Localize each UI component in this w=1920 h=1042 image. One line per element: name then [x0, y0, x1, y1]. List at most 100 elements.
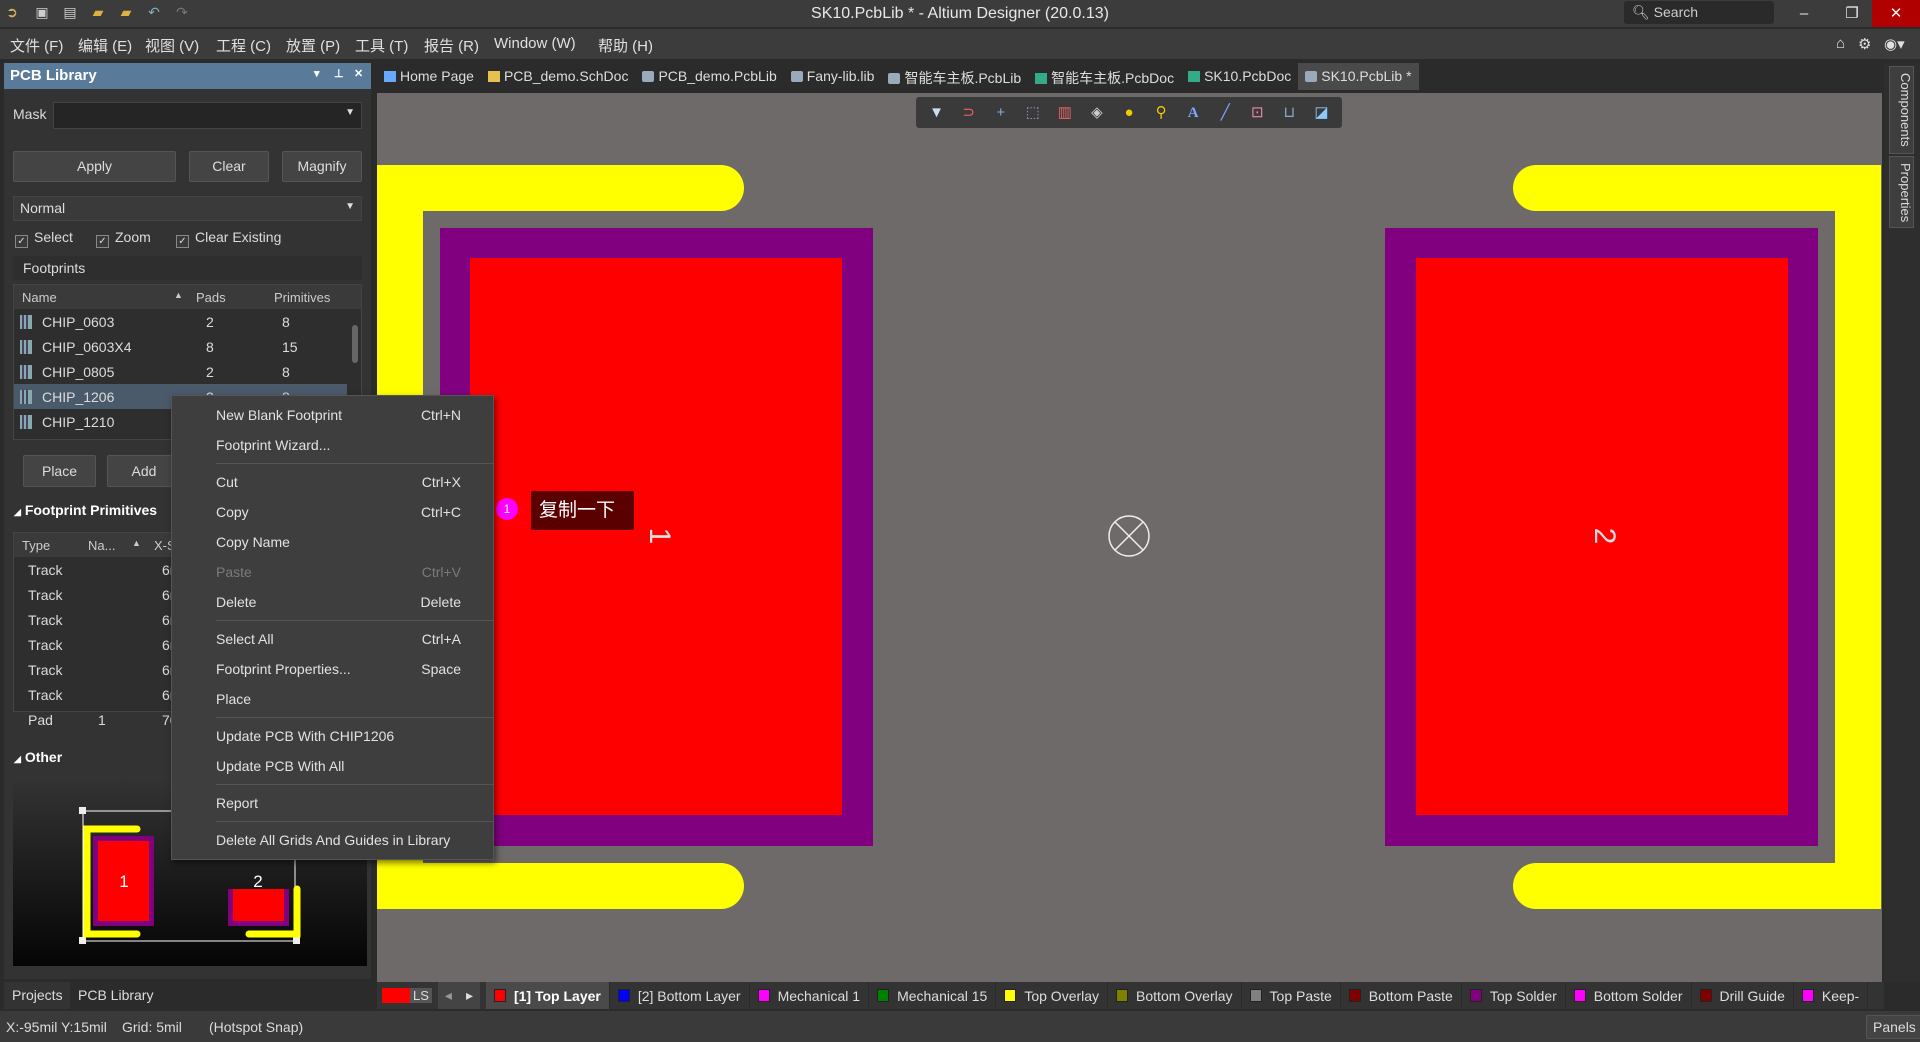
save-all-icon[interactable]: ▤ [62, 4, 78, 20]
search-input[interactable]: 🔍︎ Search [1624, 1, 1774, 24]
gear-icon[interactable]: ⚙ [1858, 35, 1871, 53]
tab-document[interactable]: Home Page [377, 63, 481, 90]
menu-item[interactable]: Cut Ctrl+X [172, 467, 493, 497]
save-icon[interactable]: ▣ [34, 4, 50, 20]
layer-tab[interactable]: Top Paste [1242, 982, 1341, 1009]
line-icon[interactable]: ╱ [1213, 101, 1238, 125]
tab-document[interactable]: Fany-lib.lib [784, 63, 882, 90]
add-button[interactable]: Add [107, 455, 181, 487]
layer-tab[interactable]: Bottom Solder [1566, 982, 1692, 1009]
select-checkbox[interactable]: ✓ Select [15, 229, 73, 248]
menu-place[interactable]: 放置 (P) [286, 35, 340, 56]
layer-tab[interactable]: Bottom Paste [1341, 982, 1462, 1009]
pcb-canvas[interactable]: 1 2 [377, 93, 1882, 982]
layer-tab[interactable]: Top Overlay [996, 982, 1109, 1009]
menu-item[interactable]: Report [172, 788, 493, 818]
column-primitives[interactable]: Primitives [274, 290, 330, 305]
menu-item[interactable]: Update PCB With CHIP1206 [172, 721, 493, 751]
app-logo-icon[interactable]: ➲ [4, 4, 20, 20]
component-icon[interactable]: ◈ [1084, 101, 1109, 125]
home-icon[interactable]: ⌂ [1836, 35, 1845, 52]
footprint-row[interactable]: CHIP_0603X4 8 15 [14, 334, 347, 359]
cross-icon[interactable]: + [988, 101, 1013, 125]
magnify-button[interactable]: Magnify [282, 151, 362, 182]
column-type[interactable]: Type [22, 538, 50, 553]
text-icon[interactable]: A [1181, 101, 1206, 125]
layer-tab[interactable]: Keep- [1794, 982, 1869, 1009]
close-button[interactable]: ✕ [1872, 0, 1920, 27]
menu-window[interactable]: Window (W) [494, 35, 576, 52]
layer-tab[interactable]: [1] Top Layer [485, 982, 610, 1009]
column-name[interactable]: Na... [88, 538, 115, 553]
tab-document[interactable]: 智能车主板.PcbLib [881, 63, 1028, 90]
minimize-button[interactable]: – [1780, 0, 1828, 27]
menu-help[interactable]: 帮助 (H) [598, 35, 653, 56]
menu-item[interactable]: Place [172, 684, 493, 714]
menu-item[interactable]: Footprint Wizard... [172, 430, 493, 460]
layer-scroll-left-icon[interactable]: ◂ [437, 982, 459, 1009]
menu-item[interactable]: Delete All Grids And Guides in Library [172, 825, 493, 855]
region-icon[interactable]: ◪ [1309, 101, 1334, 125]
align-icon[interactable]: ▥ [1052, 101, 1077, 125]
open-project-icon[interactable]: ▰ [118, 4, 134, 20]
panels-button[interactable]: Panels [1866, 1015, 1920, 1039]
panel-menu-icon[interactable]: ▾ [314, 67, 320, 80]
menu-item[interactable]: Copy Name [172, 527, 493, 557]
column-pads[interactable]: Pads [196, 290, 226, 305]
clear-button[interactable]: Clear [189, 151, 269, 182]
pin-icon[interactable]: ⊥ [334, 67, 344, 80]
properties-panel-tab[interactable]: Properties [1889, 156, 1914, 228]
tab-document[interactable]: PCB_demo.PcbLib [635, 63, 783, 90]
mask-input[interactable]: ▼ [53, 102, 362, 129]
menu-item[interactable]: Delete Delete [172, 587, 493, 617]
other-header[interactable]: ◢ Other [14, 749, 62, 765]
layer-tab[interactable]: Top Solder [1462, 982, 1566, 1009]
menu-item[interactable]: Update PCB With All [172, 751, 493, 781]
scrollbar-thumb[interactable] [352, 325, 358, 363]
footprint-row[interactable]: CHIP_0603 2 8 [14, 309, 347, 334]
redo-icon[interactable]: ↷ [174, 4, 190, 20]
menu-edit[interactable]: 编辑 (E) [78, 35, 132, 56]
panel-close-icon[interactable]: ✕ [354, 67, 363, 80]
user-icon[interactable]: ◉▾ [1884, 35, 1905, 53]
menu-project[interactable]: 工程 (C) [216, 35, 271, 56]
open-icon[interactable]: ▰ [90, 4, 106, 20]
menu-tools[interactable]: 工具 (T) [355, 35, 408, 56]
layer-scroll-right-icon[interactable]: ▸ [458, 982, 480, 1009]
undo-icon[interactable]: ↶ [146, 4, 162, 20]
mode-select[interactable]: Normal ▼ [13, 196, 362, 221]
apply-button[interactable]: Apply [13, 151, 176, 182]
tab-document[interactable]: PCB_demo.SchDoc [481, 63, 636, 90]
layer-tab[interactable]: Bottom Overlay [1108, 982, 1242, 1009]
restore-button[interactable]: ❐ [1828, 0, 1876, 27]
tab-document[interactable]: SK10.PcbDoc [1181, 63, 1298, 90]
tab-document[interactable]: SK10.PcbLib * [1298, 63, 1419, 90]
via-icon[interactable]: ⚲ [1149, 101, 1174, 125]
menu-file[interactable]: 文件 (F) [10, 35, 63, 56]
place-button[interactable]: Place [23, 455, 96, 487]
menu-reports[interactable]: 报告 (R) [424, 35, 479, 56]
menu-view[interactable]: 视图 (V) [145, 35, 199, 56]
layer-tab[interactable]: Drill Guide [1692, 982, 1794, 1009]
current-layer-indicator[interactable]: LS [377, 982, 432, 1009]
pad-icon[interactable]: ● [1116, 101, 1141, 125]
layer-tab[interactable]: Mechanical 15 [869, 982, 997, 1009]
select-rect-icon[interactable]: ⬚ [1020, 101, 1045, 125]
column-name[interactable]: Name [22, 290, 57, 305]
clear-existing-checkbox[interactable]: ✓ Clear Existing [176, 229, 281, 248]
tab-document[interactable]: 智能车主板.PcbDoc [1028, 63, 1181, 90]
layer-set-button[interactable]: LS [410, 988, 432, 1003]
menu-item[interactable]: New Blank Footprint Ctrl+N [172, 400, 493, 430]
zoom-checkbox[interactable]: ✓ Zoom [96, 229, 151, 248]
footprint-row[interactable]: CHIP_0805 2 8 [14, 359, 347, 384]
filter-icon[interactable]: ▼ [924, 101, 949, 125]
tab-pcb-library[interactable]: PCB Library [70, 982, 162, 1009]
menu-item[interactable]: Paste Ctrl+V [172, 557, 493, 587]
menu-item[interactable]: Copy Ctrl+C [172, 497, 493, 527]
menu-item[interactable]: Footprint Properties... Space [172, 654, 493, 684]
menu-item[interactable]: Select All Ctrl+A [172, 624, 493, 654]
footprint-primitives-header[interactable]: ◢ Footprint Primitives [14, 502, 157, 518]
layer-tab[interactable]: Mechanical 1 [750, 982, 870, 1009]
snap-icon[interactable]: ⊃ [956, 101, 981, 125]
tab-projects[interactable]: Projects [4, 982, 71, 1009]
